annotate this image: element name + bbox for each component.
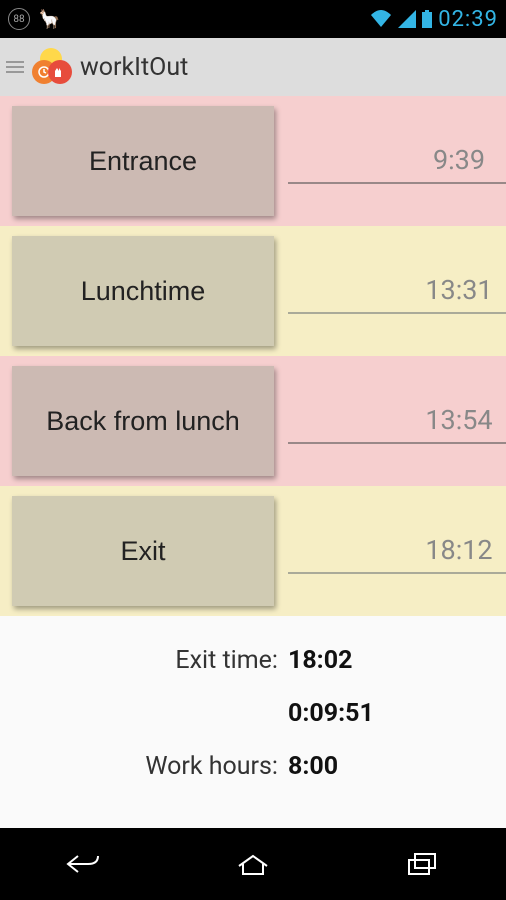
status-bar: 88 🦙 02:39 (0, 0, 506, 38)
menu-icon[interactable] (6, 61, 24, 73)
back-from-lunch-button[interactable]: Back from lunch (12, 366, 274, 476)
exit-time-value: 18:02 (288, 646, 486, 675)
back-from-lunch-time-input[interactable] (288, 398, 506, 444)
recent-button[interactable] (382, 844, 462, 884)
exit-time-input[interactable] (288, 528, 506, 574)
back-button[interactable] (44, 844, 124, 884)
app-logo (30, 46, 72, 88)
entrance-button[interactable]: Entrance (12, 106, 274, 216)
summary-panel: Exit time: 18:02 0:09:51 Work hours: 8:0… (0, 616, 506, 825)
time-row-3: Exit (0, 486, 506, 616)
overtime-value: 0:09:51 (288, 699, 486, 728)
wifi-icon (370, 10, 392, 28)
battery-icon (422, 10, 432, 28)
lunchtime-button[interactable]: Lunchtime (12, 236, 274, 346)
app-bar: workItOut (0, 38, 506, 96)
time-row-2: Back from lunch (0, 356, 506, 486)
exit-button[interactable]: Exit (12, 496, 274, 606)
time-row-1: Lunchtime (0, 226, 506, 356)
home-button[interactable] (213, 844, 293, 884)
exit-time-label: Exit time: (20, 646, 288, 675)
time-row-0: Entrance (0, 96, 506, 226)
signal-icon (398, 10, 416, 28)
entrance-time-input[interactable] (288, 138, 506, 184)
battery-indicator: 88 (8, 8, 30, 30)
lunchtime-time-input[interactable] (288, 268, 506, 314)
clock-text: 02:39 (438, 7, 498, 32)
nav-bar (0, 828, 506, 900)
llama-icon: 🦙 (38, 9, 60, 30)
work-hours-value: 8:00 (288, 752, 486, 781)
work-hours-label: Work hours: (20, 752, 288, 781)
app-title: workItOut (80, 53, 188, 82)
